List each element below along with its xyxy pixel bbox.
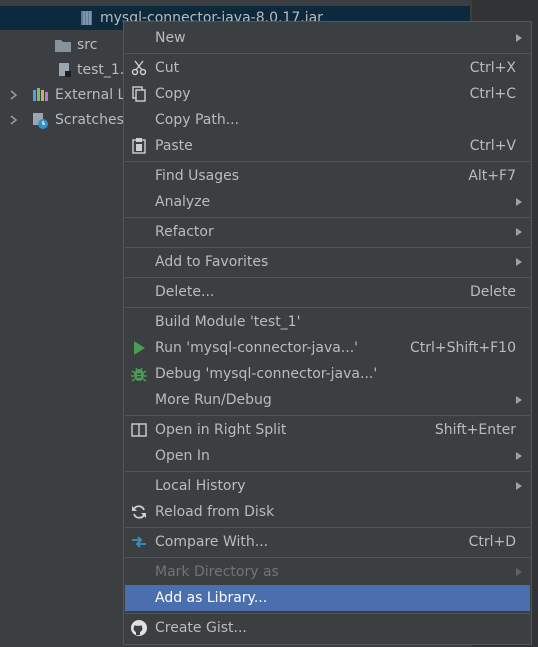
menu-item-label: Compare With... <box>155 534 269 550</box>
menu-item-run-mysql-connector-java[interactable]: Run 'mysql-connector-java...' Ctrl+Shift+… <box>125 335 530 361</box>
submenu-arrow-icon <box>516 396 522 404</box>
menu-item-label: Add as Library... <box>155 590 268 606</box>
folder-icon <box>54 33 72 57</box>
menu-item-label: Copy Path... <box>155 112 240 128</box>
menu-item-label: Debug 'mysql-connector-java...' <box>155 366 378 382</box>
menu-item-shortcut: Ctrl+X <box>469 60 516 76</box>
submenu-arrow-icon <box>516 34 522 42</box>
debug-icon <box>130 365 148 383</box>
menu-item-mark-directory-as: Mark Directory as <box>125 559 530 585</box>
menu-item-label: Paste <box>155 138 193 154</box>
menu-item-find-usages[interactable]: Find Usages Alt+F7 <box>125 163 530 189</box>
submenu-arrow-icon <box>516 198 522 206</box>
menu-separator <box>125 53 530 54</box>
menu-item-label: Mark Directory as <box>155 564 279 580</box>
menu-item-create-gist[interactable]: Create Gist... <box>125 615 530 641</box>
menu-separator <box>125 557 530 558</box>
scratches-icon <box>31 108 49 132</box>
tree-item-iml[interactable]: test_1. <box>0 58 125 82</box>
tree-label-external: External L <box>55 87 126 103</box>
submenu-arrow-icon <box>516 258 522 266</box>
menu-item-copy-path[interactable]: Copy Path... <box>125 107 530 133</box>
menu-separator <box>125 307 530 308</box>
tree-label-iml: test_1. <box>77 62 125 78</box>
menu-separator <box>125 527 530 528</box>
tree-label-scratches: Scratches <box>55 112 124 128</box>
menu-item-copy[interactable]: Copy Ctrl+C <box>125 81 530 107</box>
menu-item-shortcut: Ctrl+D <box>468 534 516 550</box>
submenu-arrow-icon <box>516 482 522 490</box>
menu-item-label: Open In <box>155 448 210 464</box>
menu-item-add-as-library[interactable]: Add as Library... <box>125 585 530 611</box>
reload-icon <box>130 503 148 521</box>
menu-separator <box>125 277 530 278</box>
menu-item-label: Find Usages <box>155 168 240 184</box>
submenu-arrow-icon <box>516 228 522 236</box>
chevron-right-icon[interactable] <box>8 108 20 132</box>
tree-item-src[interactable]: src <box>0 33 123 57</box>
run-icon <box>130 339 148 357</box>
menu-item-label: Refactor <box>155 224 214 240</box>
menu-item-label: Copy <box>155 86 191 102</box>
github-icon <box>130 619 148 637</box>
menu-item-shortcut: Ctrl+C <box>469 86 516 102</box>
scissors-icon <box>130 59 148 77</box>
compare-icon <box>130 533 148 551</box>
menu-item-label: Analyze <box>155 194 211 210</box>
clipboard-icon <box>130 137 148 155</box>
jar-icon <box>78 6 96 30</box>
menu-item-label: Cut <box>155 60 180 76</box>
menu-item-shortcut: Shift+Enter <box>434 422 516 438</box>
menu-item-delete[interactable]: Delete... Delete <box>125 279 530 305</box>
menu-item-reload-from-disk[interactable]: Reload from Disk <box>125 499 530 525</box>
menu-separator <box>125 415 530 416</box>
menu-item-label: Add to Favorites <box>155 254 269 270</box>
menu-item-label: Run 'mysql-connector-java...' <box>155 340 359 356</box>
menu-item-open-in-right-split[interactable]: Open in Right Split Shift+Enter <box>125 417 530 443</box>
menu-separator <box>125 613 530 614</box>
menu-item-compare-with[interactable]: Compare With... Ctrl+D <box>125 529 530 555</box>
menu-item-debug-mysql-connector-java[interactable]: Debug 'mysql-connector-java...' <box>125 361 530 387</box>
chevron-right-icon[interactable] <box>8 83 20 107</box>
menu-item-add-to-favorites[interactable]: Add to Favorites <box>125 249 530 275</box>
menu-item-shortcut: Ctrl+V <box>469 138 516 154</box>
menu-item-cut[interactable]: Cut Ctrl+X <box>125 55 530 81</box>
menu-item-label: Build Module 'test_1' <box>155 314 301 330</box>
submenu-arrow-icon <box>516 452 522 460</box>
library-icon <box>31 83 49 107</box>
menu-item-shortcut: Alt+F7 <box>468 168 516 184</box>
menu-item-refactor[interactable]: Refactor <box>125 219 530 245</box>
menu-item-label: Create Gist... <box>155 620 247 636</box>
menu-item-label: New <box>155 30 186 46</box>
menu-item-shortcut: Ctrl+Shift+F10 <box>409 340 516 356</box>
menu-item-more-run-debug[interactable]: More Run/Debug <box>125 387 530 413</box>
menu-separator <box>125 217 530 218</box>
menu-item-paste[interactable]: Paste Ctrl+V <box>125 133 530 159</box>
menu-item-label: Reload from Disk <box>155 504 275 520</box>
context-menu: New Cut Ctrl+X Copy Ctrl+C Copy Path... Paste C… <box>123 21 532 645</box>
menu-separator <box>125 247 530 248</box>
menu-item-label: Delete... <box>155 284 215 300</box>
submenu-arrow-icon <box>516 568 522 576</box>
menu-separator <box>125 471 530 472</box>
tree-item-scratches[interactable]: Scratches <box>0 108 124 132</box>
menu-item-build-module-test-1[interactable]: Build Module 'test_1' <box>125 309 530 335</box>
menu-item-open-in[interactable]: Open In <box>125 443 530 469</box>
menu-item-label: More Run/Debug <box>155 392 272 408</box>
module-file-icon <box>56 58 74 82</box>
menu-item-local-history[interactable]: Local History <box>125 473 530 499</box>
split-icon <box>130 421 148 439</box>
tree-item-external-libraries[interactable]: External L <box>0 83 126 107</box>
menu-item-shortcut: Delete <box>470 284 516 300</box>
menu-item-new[interactable]: New <box>125 25 530 51</box>
menu-item-label: Local History <box>155 478 246 494</box>
menu-separator <box>125 161 530 162</box>
menu-item-analyze[interactable]: Analyze <box>125 189 530 215</box>
menu-item-label: Open in Right Split <box>155 422 287 438</box>
tree-label-src: src <box>77 37 98 53</box>
copy-icon <box>130 85 148 103</box>
